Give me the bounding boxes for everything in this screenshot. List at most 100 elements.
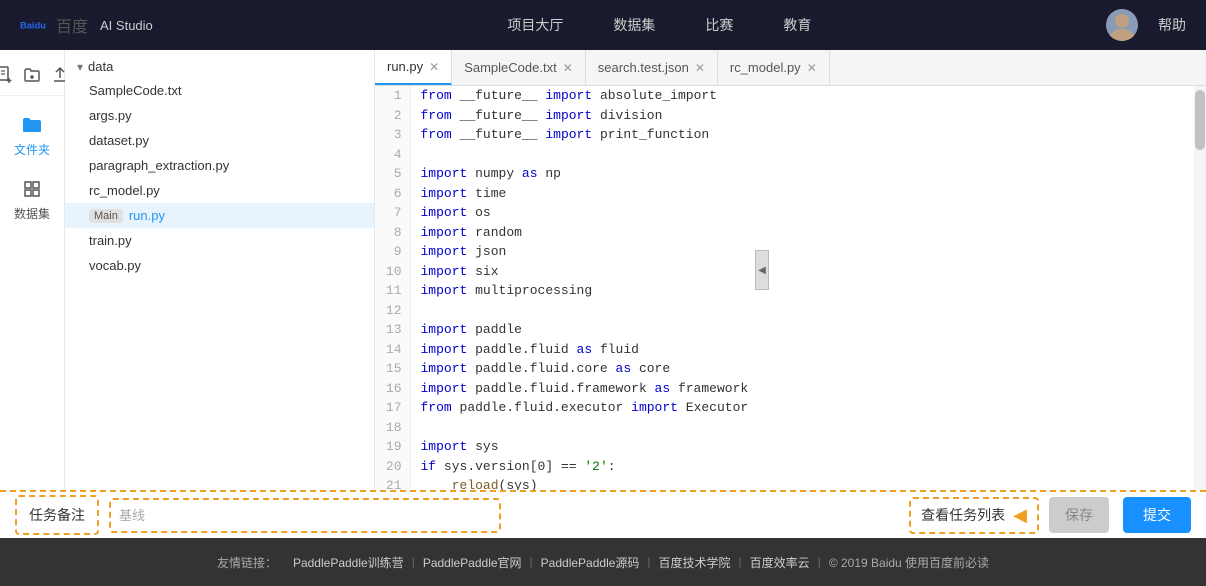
tab-label: search.test.json (598, 60, 689, 75)
list-item-active[interactable]: Main run.py (65, 203, 374, 228)
table-row: 8 import random (375, 223, 1206, 243)
folder-icon (16, 109, 48, 141)
list-item[interactable]: dataset.py (65, 128, 374, 153)
file-name-active: run.py (129, 208, 165, 223)
footer-link-paddleofficial[interactable]: PaddlePaddle官网 (415, 554, 530, 571)
table-row: 3 from __future__ import print_function (375, 125, 1206, 145)
table-row: 21 reload(sys) (375, 476, 1206, 490)
tab-label: SampleCode.txt (464, 60, 557, 75)
list-item[interactable]: SampleCode.txt (65, 78, 374, 103)
file-name: paragraph_extraction.py (89, 158, 229, 173)
logo: Baidu 百度 AI Studio (20, 11, 153, 39)
collapse-panel-button[interactable]: ◀ (755, 250, 769, 290)
arrow-right-icon: ◀ (1013, 505, 1027, 526)
close-tab-icon[interactable]: ✕ (563, 61, 573, 75)
view-tasks-button[interactable]: 查看任务列表 (921, 505, 1005, 525)
tab-label: rc_model.py (730, 60, 801, 75)
chevron-down-icon: ▾ (77, 60, 83, 74)
sidebar-files[interactable]: 文件夹 (14, 109, 50, 158)
datasets-label: 数据集 (14, 205, 50, 222)
file-name: rc_model.py (89, 183, 160, 198)
main-badge: Main (89, 209, 123, 223)
save-button[interactable]: 保存 (1049, 497, 1109, 533)
file-tree: ▾ data SampleCode.txt args.py dataset.py… (65, 50, 374, 490)
footer-copyright: © 2019 Baidu 使用百度前必读 (821, 554, 997, 571)
datasets-icon (16, 173, 48, 205)
editor-content[interactable]: 1 from __future__ import absolute_import… (375, 86, 1206, 490)
submit-button[interactable]: 提交 (1123, 497, 1191, 533)
folder-name: data (88, 59, 113, 74)
close-tab-icon[interactable]: ✕ (807, 61, 817, 75)
close-tab-icon[interactable]: ✕ (695, 61, 705, 75)
top-nav: Baidu 百度 AI Studio 项目大厅 数据集 比赛 教育 帮助 (0, 0, 1206, 50)
new-folder-icon[interactable] (23, 66, 41, 89)
file-name: dataset.py (89, 133, 149, 148)
list-item[interactable]: vocab.py (65, 253, 374, 278)
list-item[interactable]: paragraph_extraction.py (65, 153, 374, 178)
file-name: SampleCode.txt (89, 83, 182, 98)
task-notes-label: 任务备注 (15, 495, 99, 535)
bottom-bar: 任务备注 查看任务列表 ◀ 保存 提交 (0, 490, 1206, 538)
footer: 友情链接： PaddlePaddle训练营 | PaddlePaddle官网 |… (0, 538, 1206, 586)
baseline-input[interactable] (111, 500, 499, 531)
folder-data[interactable]: ▾ data (65, 55, 374, 78)
table-row: 10 import six (375, 262, 1206, 282)
file-panel: ▾ data SampleCode.txt args.py dataset.py… (65, 50, 375, 490)
close-tab-icon[interactable]: ✕ (429, 60, 439, 74)
list-item[interactable]: rc_model.py (65, 178, 374, 203)
file-name: vocab.py (89, 258, 141, 273)
nav-link-datasets[interactable]: 数据集 (613, 15, 655, 35)
table-row: 14 import paddle.fluid as fluid (375, 340, 1206, 360)
svg-text:Baidu: Baidu (20, 21, 46, 31)
footer-link-baidutech[interactable]: 百度技术学院 (651, 554, 739, 571)
main-layout: 文件夹 数据集 ▾ data SampleCode.txt (0, 50, 1206, 490)
tab-samplecode[interactable]: SampleCode.txt ✕ (452, 50, 586, 85)
table-row: 2 from __future__ import division (375, 106, 1206, 126)
table-row: 9 import json (375, 242, 1206, 262)
table-row: 6 import time (375, 184, 1206, 204)
nav-right: 帮助 (1106, 9, 1186, 41)
file-name: train.py (89, 233, 132, 248)
new-file-icon[interactable] (0, 66, 13, 89)
nav-links: 项目大厅 数据集 比赛 教育 (213, 15, 1106, 35)
nav-studio-label: AI Studio (100, 18, 153, 33)
nav-divider: 百度 (56, 13, 88, 37)
list-item[interactable]: train.py (65, 228, 374, 253)
table-row: 16 import paddle.fluid.framework as fram… (375, 379, 1206, 399)
table-row: 12 (375, 301, 1206, 321)
list-item[interactable]: args.py (65, 103, 374, 128)
help-link[interactable]: 帮助 (1158, 15, 1186, 35)
table-row: 17 from paddle.fluid.executor import Exe… (375, 398, 1206, 418)
nav-link-projects[interactable]: 项目大厅 (507, 15, 563, 35)
table-row: 7 import os (375, 203, 1206, 223)
footer-link-baiducloud[interactable]: 百度效率云 (742, 554, 818, 571)
editor-area: run.py ✕ SampleCode.txt ✕ search.test.js… (375, 50, 1206, 490)
editor-tabs: run.py ✕ SampleCode.txt ✕ search.test.js… (375, 50, 1206, 86)
tab-search-json[interactable]: search.test.json ✕ (586, 50, 718, 85)
table-row: 15 import paddle.fluid.core as core (375, 359, 1206, 379)
tab-rc-model[interactable]: rc_model.py ✕ (718, 50, 830, 85)
table-row: 4 (375, 145, 1206, 165)
footer-link-paddlecamp[interactable]: PaddlePaddle训练营 (285, 554, 412, 571)
right-actions: 查看任务列表 ◀ (909, 497, 1039, 534)
baidu-logo-icon: Baidu (20, 11, 48, 39)
files-label: 文件夹 (14, 141, 50, 158)
sidebar-datasets[interactable]: 数据集 (14, 173, 50, 222)
nav-link-competition[interactable]: 比赛 (705, 15, 733, 35)
table-row: 13 import paddle (375, 320, 1206, 340)
table-row: 20 if sys.version[0] == '2': (375, 457, 1206, 477)
table-row: 11 import multiprocessing (375, 281, 1206, 301)
footer-prefix: 友情链接： (209, 554, 285, 571)
table-row: 18 (375, 418, 1206, 438)
sidebar: 文件夹 数据集 (0, 50, 65, 490)
code-table: 1 from __future__ import absolute_import… (375, 86, 1206, 490)
task-input-group (109, 498, 501, 533)
tab-run-py[interactable]: run.py ✕ (375, 50, 452, 85)
footer-link-paddlesource[interactable]: PaddlePaddle源码 (533, 554, 648, 571)
avatar[interactable] (1106, 9, 1138, 41)
scrollbar[interactable] (1194, 86, 1206, 490)
nav-link-education[interactable]: 教育 (783, 15, 811, 35)
table-row: 19 import sys (375, 437, 1206, 457)
table-row: 5 import numpy as np (375, 164, 1206, 184)
tab-label: run.py (387, 59, 423, 74)
